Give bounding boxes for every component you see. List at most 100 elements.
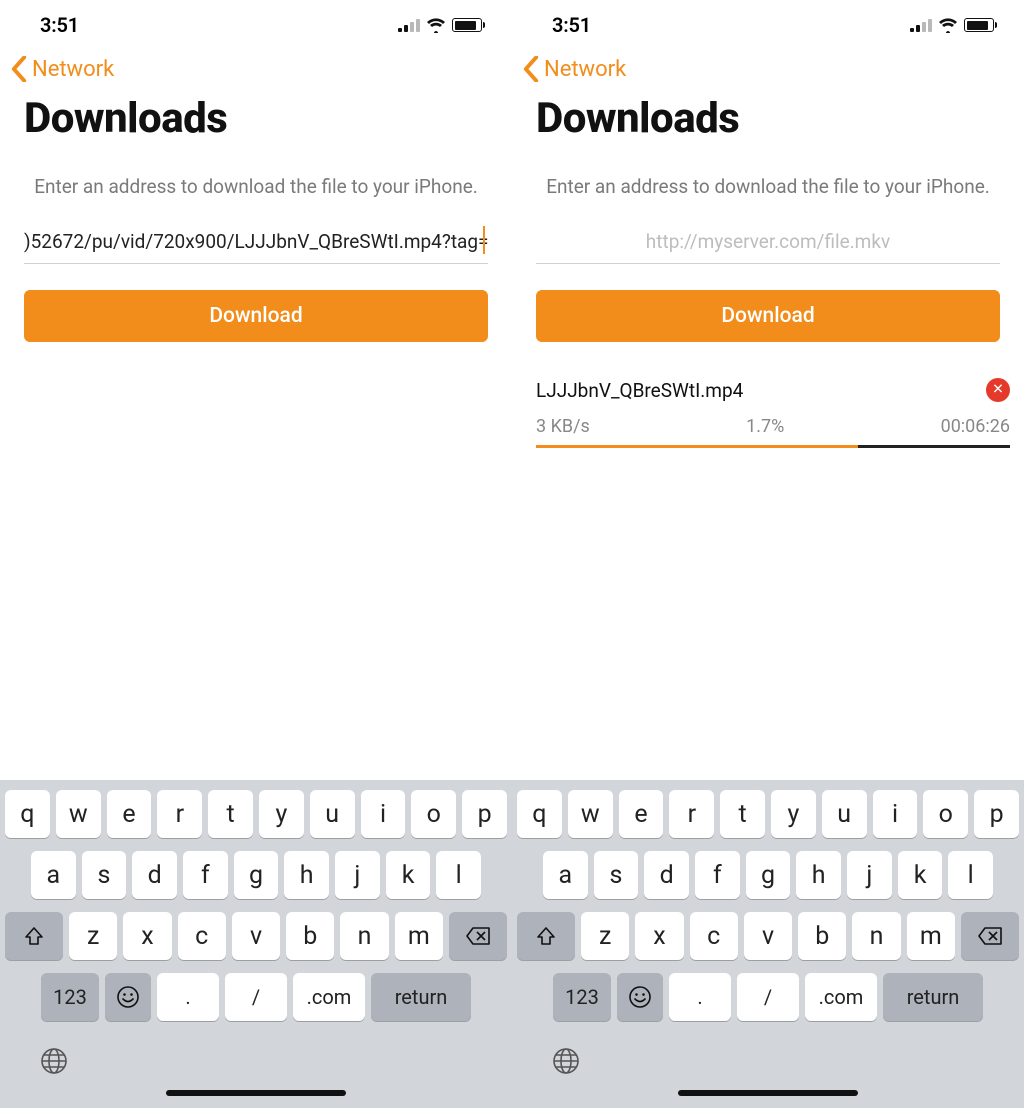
key-h[interactable]: h [284,851,329,899]
wifi-icon [938,17,958,33]
key-i[interactable]: i [361,790,406,838]
key-u[interactable]: u [310,790,355,838]
key-d[interactable]: d [644,851,689,899]
key-dot[interactable]: . [669,973,731,1021]
key-j[interactable]: j [335,851,380,899]
key-z[interactable]: z [69,912,117,960]
download-button[interactable]: Download [536,290,1000,342]
key-r[interactable]: r [157,790,202,838]
key-shift[interactable] [517,912,575,960]
key-k[interactable]: k [898,851,943,899]
key-a[interactable]: a [31,851,76,899]
download-button[interactable]: Download [24,290,488,342]
key-y[interactable]: y [259,790,304,838]
key-b[interactable]: b [798,912,846,960]
key-f[interactable]: f [695,851,740,899]
key-dot[interactable]: . [157,973,219,1021]
key-emoji[interactable] [105,973,151,1021]
key-k[interactable]: k [386,851,431,899]
url-input[interactable] [536,220,1000,264]
key-w[interactable]: w [568,790,613,838]
key-s[interactable]: s [594,851,639,899]
key-g[interactable]: g [234,851,279,899]
key-v[interactable]: v [232,912,280,960]
back-button[interactable]: Network [512,50,1024,86]
key-m[interactable]: m [907,912,955,960]
key-p[interactable]: p [974,790,1019,838]
key-123[interactable]: 123 [553,973,611,1021]
key-s[interactable]: s [82,851,127,899]
keyboard: q w e r t y u i o p a s d f g h j k l [0,780,512,1108]
key-e[interactable]: e [619,790,664,838]
key-j[interactable]: j [847,851,892,899]
key-c[interactable]: c [178,912,226,960]
key-n[interactable]: n [340,912,388,960]
status-icons [398,17,482,33]
key-x[interactable]: x [635,912,683,960]
key-com[interactable]: .com [293,973,365,1021]
key-t[interactable]: t [720,790,765,838]
key-l[interactable]: l [436,851,481,899]
cellular-icon [398,18,420,32]
key-h[interactable]: h [796,851,841,899]
shift-icon [23,925,45,947]
battery-icon [452,18,482,32]
key-v[interactable]: v [744,912,792,960]
key-y[interactable]: y [771,790,816,838]
key-x[interactable]: x [123,912,171,960]
key-emoji[interactable] [617,973,663,1021]
key-c[interactable]: c [690,912,738,960]
url-input[interactable] [24,220,488,264]
key-f[interactable]: f [183,851,228,899]
kbd-row-3: z x c v b n m [517,912,1019,960]
kbd-row-4: 123 . / .com return [517,973,1019,1021]
home-indicator[interactable] [166,1090,346,1096]
kbd-row-1: q w e r t y u i o p [517,790,1019,838]
text-cursor [483,226,485,254]
key-return[interactable]: return [883,973,983,1021]
key-return[interactable]: return [371,973,471,1021]
key-w[interactable]: w [56,790,101,838]
key-z[interactable]: z [581,912,629,960]
download-percent: 1.7% [746,416,784,437]
status-time: 3:51 [552,13,591,37]
key-l[interactable]: l [948,851,993,899]
home-indicator[interactable] [678,1090,858,1096]
key-shift[interactable] [5,912,63,960]
hint-text: Enter an address to download the file to… [0,157,512,212]
key-t[interactable]: t [208,790,253,838]
key-o[interactable]: o [923,790,968,838]
download-remaining: 00:06:26 [941,416,1010,437]
key-g[interactable]: g [746,851,791,899]
key-r[interactable]: r [669,790,714,838]
key-p[interactable]: p [462,790,507,838]
key-n[interactable]: n [852,912,900,960]
key-d[interactable]: d [132,851,177,899]
globe-icon [551,1046,581,1076]
key-i[interactable]: i [873,790,918,838]
key-o[interactable]: o [411,790,456,838]
chevron-left-icon [10,56,28,82]
screen-right: 3:51 Network Downloads Enter an address … [512,0,1024,1108]
key-q[interactable]: q [5,790,50,838]
key-123[interactable]: 123 [41,973,99,1021]
kbd-row-3: z x c v b n m [5,912,507,960]
shift-icon [535,925,557,947]
key-backspace[interactable] [449,912,507,960]
globe-button[interactable] [517,1034,1019,1088]
key-m[interactable]: m [395,912,443,960]
globe-button[interactable] [5,1034,507,1088]
key-q[interactable]: q [517,790,562,838]
cancel-download-button[interactable]: ✕ [986,378,1010,402]
emoji-icon [628,985,652,1009]
key-e[interactable]: e [107,790,152,838]
back-button[interactable]: Network [0,50,512,86]
key-b[interactable]: b [286,912,334,960]
keyboard: q w e r t y u i o p a s d f g h j k l [512,780,1024,1108]
key-u[interactable]: u [822,790,867,838]
key-com[interactable]: .com [805,973,877,1021]
key-slash[interactable]: / [225,973,287,1021]
key-a[interactable]: a [543,851,588,899]
key-slash[interactable]: / [737,973,799,1021]
key-backspace[interactable] [961,912,1019,960]
